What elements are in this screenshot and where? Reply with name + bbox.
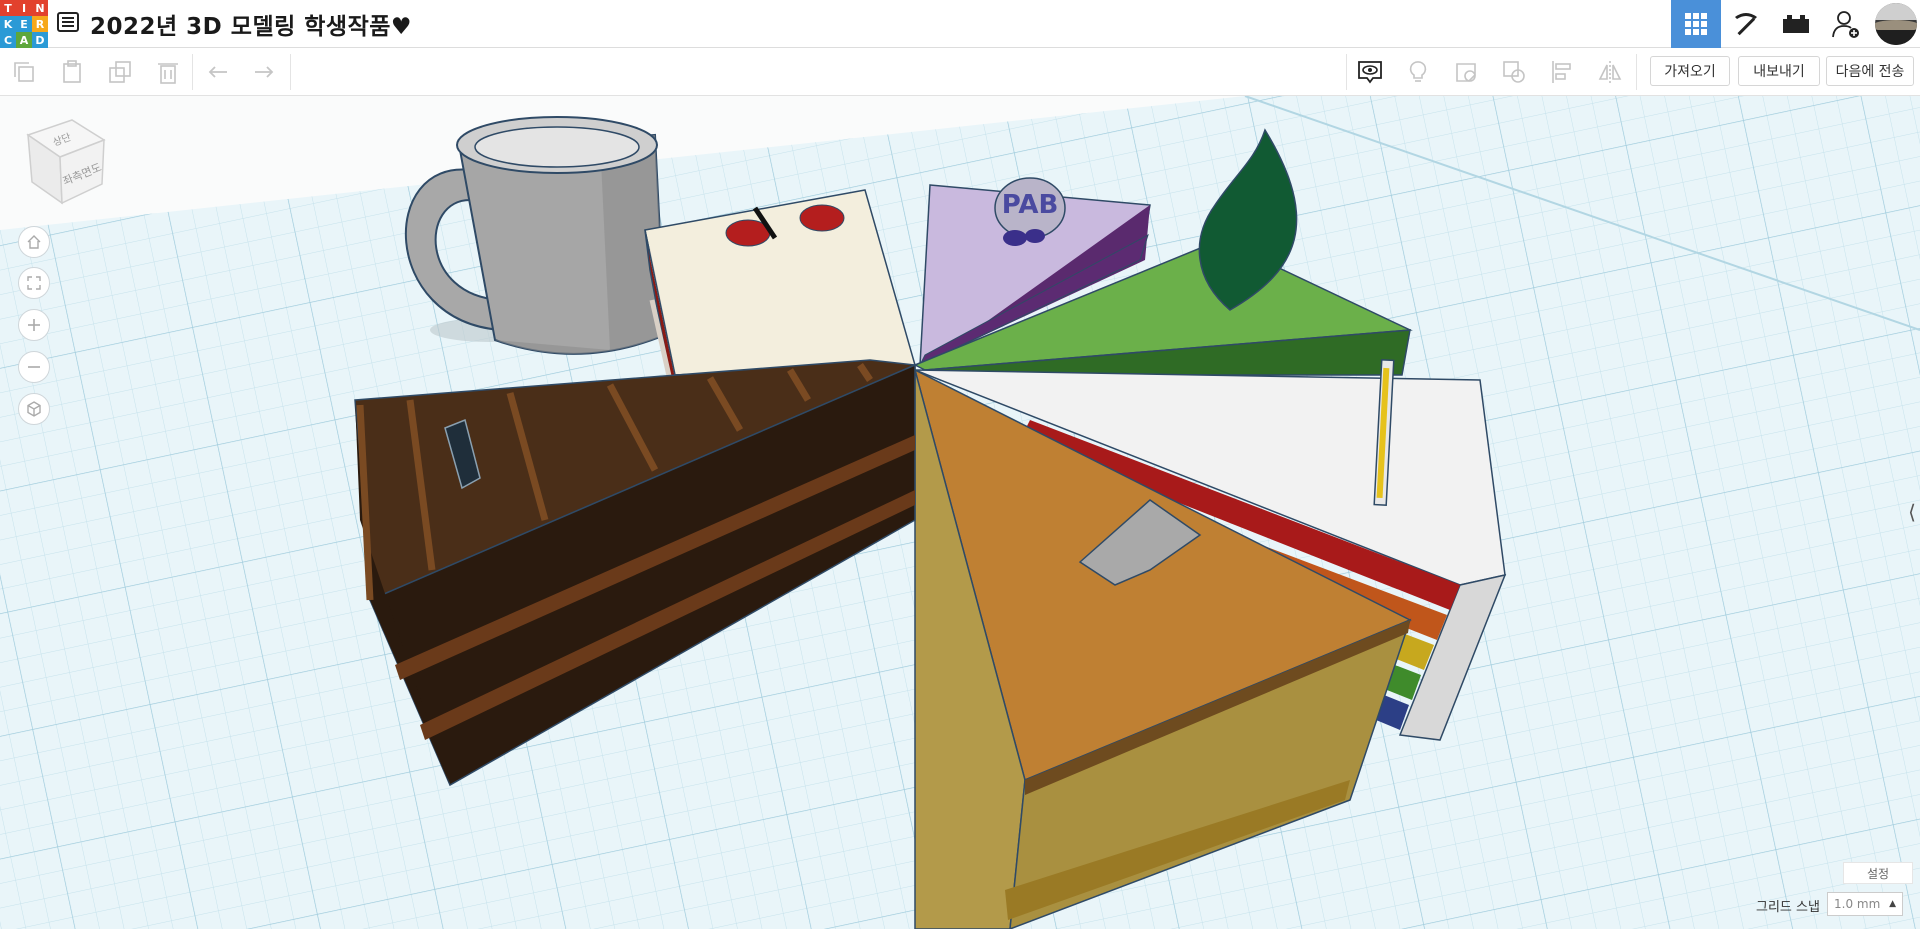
zoom-out-button[interactable] <box>18 351 50 383</box>
codeblocks-button[interactable] <box>1721 0 1771 48</box>
grid-snap-value: 1.0 mm <box>1834 897 1881 911</box>
perspective-button[interactable] <box>18 393 50 425</box>
align-button[interactable] <box>1538 48 1586 96</box>
export-button[interactable]: 내보내기 <box>1738 56 1820 86</box>
redo-button[interactable] <box>240 48 288 96</box>
logo-letter: C <box>0 32 16 48</box>
logo-letter: K <box>0 16 16 32</box>
group-button[interactable] <box>1490 48 1538 96</box>
lightbulb-icon <box>1409 61 1427 82</box>
logo-letter: A <box>16 32 32 48</box>
pickaxe-icon <box>1735 13 1757 36</box>
add-user-icon <box>1832 11 1859 38</box>
note-icon <box>1456 63 1476 82</box>
note-button[interactable] <box>1442 48 1490 96</box>
edit-toolbar: 가져오기 내보내기 다음에 전송 <box>0 48 1920 96</box>
notes-visibility-button[interactable] <box>1346 48 1394 96</box>
chevron-left-icon: ⟨ <box>1908 500 1916 524</box>
plus-icon <box>28 319 40 331</box>
paste-button[interactable] <box>48 48 96 96</box>
import-button[interactable]: 가져오기 <box>1650 56 1730 86</box>
group-icon <box>1503 61 1525 83</box>
workplane-canvas[interactable]: PAB 상단 좌측면도 <box>0 96 1920 929</box>
home-icon <box>27 235 41 249</box>
duplicate-button[interactable] <box>96 48 144 96</box>
mirror-button[interactable] <box>1586 48 1634 96</box>
fit-view-button[interactable] <box>18 267 50 299</box>
toolbar-divider <box>290 54 291 90</box>
svg-text:PAB: PAB <box>1002 190 1059 220</box>
delete-button[interactable] <box>144 48 192 96</box>
logo-letter: E <box>16 16 32 32</box>
logo-letter: R <box>32 16 48 32</box>
zoom-in-button[interactable] <box>18 309 50 341</box>
paste-icon <box>63 60 81 83</box>
logo-letter: N <box>32 0 48 16</box>
toolbar-divider <box>192 54 193 90</box>
title-area: 2022년 3D 모델링 학생작품♥ <box>56 0 412 48</box>
3d-grid-view-button[interactable] <box>1671 0 1721 48</box>
settings-button[interactable]: 설정 <box>1843 862 1913 884</box>
logo-letter: T <box>0 0 16 16</box>
tinkercad-logo[interactable]: T I N K E R C A D <box>0 0 48 48</box>
mirror-icon <box>1598 61 1622 83</box>
top-bar: T I N K E R C A D 2022년 3D 모델링 학생작품♥ <box>0 0 1920 48</box>
logo-letter: I <box>16 0 32 16</box>
design-title[interactable]: 2022년 3D 모델링 학생작품♥ <box>90 7 412 41</box>
cube-icon <box>27 401 41 417</box>
minus-icon <box>28 366 40 368</box>
chevron-up-icon: ▲ <box>1889 899 1896 909</box>
copy-icon <box>14 62 34 82</box>
3d-grid-view-icon <box>1685 13 1707 35</box>
duplicate-icon <box>109 61 131 83</box>
design-list-icon[interactable] <box>56 10 80 38</box>
home-view-button[interactable] <box>18 226 50 258</box>
notes-visibility-icon <box>1358 61 1382 84</box>
undo-button[interactable] <box>194 48 242 96</box>
logo-letter: D <box>32 32 48 48</box>
invite-user-button[interactable] <box>1821 0 1871 48</box>
align-icon <box>1552 61 1571 83</box>
redo-icon <box>255 66 274 78</box>
send-to-button[interactable]: 다음에 전송 <box>1826 56 1914 86</box>
bricks-button[interactable] <box>1771 0 1821 48</box>
collapse-panel-button[interactable]: ⟨ <box>1904 492 1920 532</box>
bricks-icon <box>1783 15 1809 33</box>
delete-icon <box>158 63 178 84</box>
profile-avatar[interactable] <box>1871 0 1920 48</box>
lightbulb-button[interactable] <box>1394 48 1442 96</box>
grid-snap-select[interactable]: 1.0 mm ▲ <box>1827 892 1903 916</box>
grid-snap-label: 그리드 스냅 <box>1756 900 1820 915</box>
fit-view-icon <box>27 276 41 290</box>
copy-button[interactable] <box>0 48 48 96</box>
toolbar-divider <box>1636 54 1637 90</box>
undo-icon <box>208 66 227 78</box>
